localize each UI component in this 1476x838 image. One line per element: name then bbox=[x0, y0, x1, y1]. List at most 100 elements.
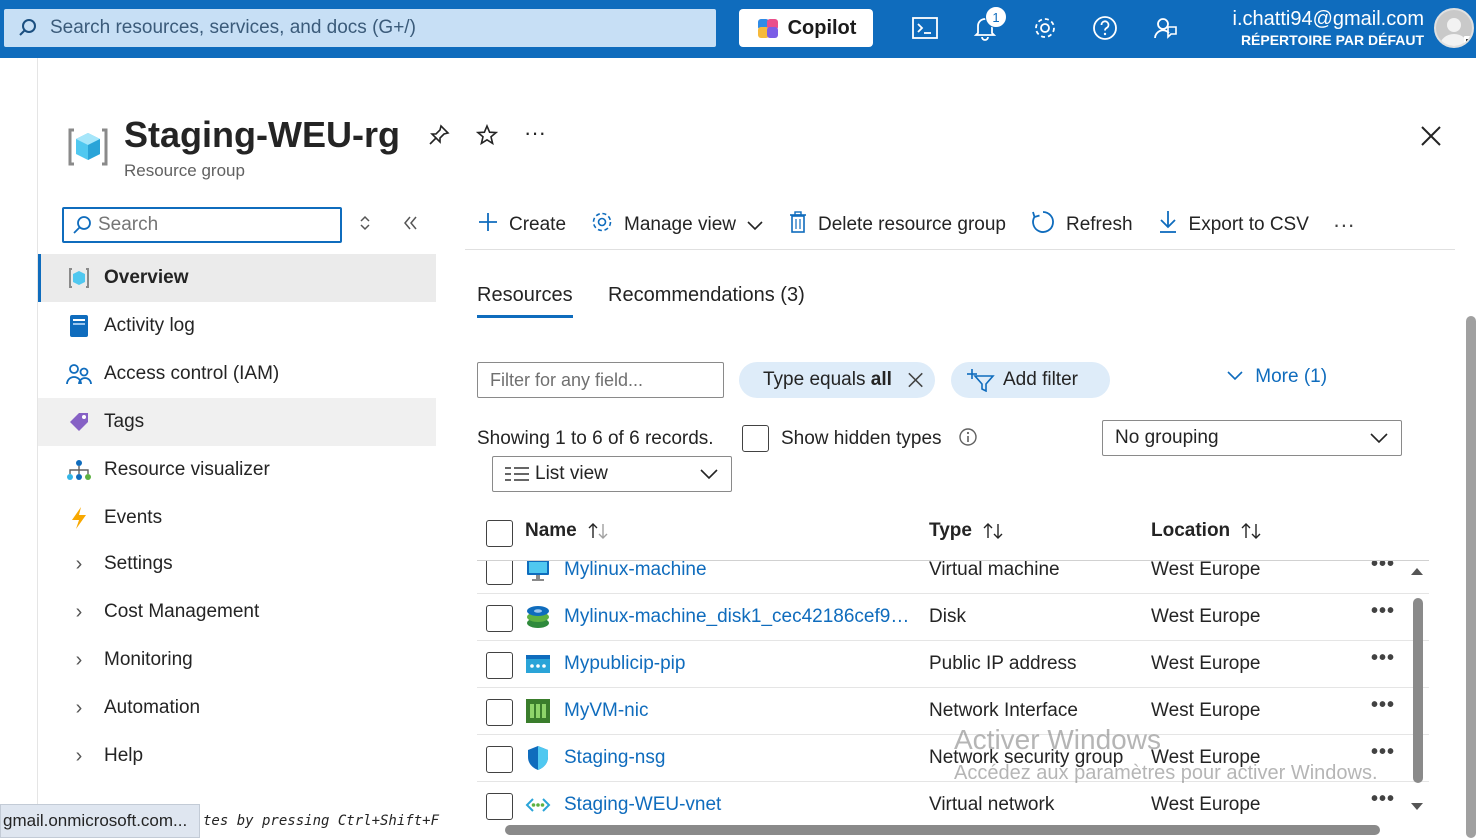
grouping-select[interactable]: No grouping bbox=[1102, 420, 1402, 456]
sidebar-item-tags[interactable]: Tags bbox=[38, 398, 436, 446]
row-checkbox[interactable] bbox=[486, 652, 513, 679]
resource-name-link[interactable]: Staging-nsg bbox=[564, 747, 914, 769]
chevron-down-icon bbox=[747, 220, 763, 230]
column-label: Name bbox=[525, 520, 577, 541]
resource-location: West Europe bbox=[1151, 606, 1261, 627]
type-filter-pill[interactable]: Type equals all bbox=[739, 362, 935, 398]
chevron-down-icon bbox=[700, 469, 718, 480]
row-more-icon[interactable]: ••• bbox=[1371, 600, 1395, 623]
create-label: Create bbox=[509, 213, 567, 235]
table-vertical-scroll-thumb[interactable] bbox=[1413, 598, 1423, 783]
chevron-down-icon bbox=[1370, 433, 1388, 444]
star-icon[interactable] bbox=[475, 123, 499, 152]
sidebar-item-events[interactable]: Events bbox=[38, 494, 436, 542]
toolbar-more-icon[interactable]: ··· bbox=[1333, 212, 1355, 238]
row-more-icon[interactable]: ••• bbox=[1371, 788, 1395, 811]
column-label: Type bbox=[929, 520, 972, 541]
notification-badge: 1 bbox=[985, 6, 1007, 28]
resource-name-link[interactable]: Mypublicip-pip bbox=[564, 653, 914, 675]
view-value: List view bbox=[535, 463, 608, 484]
sidebar-item-label: Resource visualizer bbox=[104, 459, 270, 480]
close-icon[interactable] bbox=[1418, 123, 1444, 154]
visualizer-icon bbox=[66, 457, 92, 483]
search-icon bbox=[19, 19, 36, 36]
nsg-icon bbox=[528, 746, 548, 770]
page-subtitle: Resource group bbox=[124, 161, 245, 180]
info-icon[interactable] bbox=[958, 427, 978, 452]
global-search-input[interactable]: Search resources, services, and docs (G+… bbox=[4, 9, 716, 47]
row-checkbox[interactable] bbox=[486, 699, 513, 726]
filter-field[interactable]: Filter for any field... bbox=[477, 362, 724, 398]
type-pill-value: all bbox=[870, 369, 892, 390]
page-scrollbar-thumb[interactable] bbox=[1466, 316, 1476, 838]
gear-icon[interactable] bbox=[1030, 13, 1060, 43]
resource-name-link[interactable]: MyVM-nic bbox=[564, 700, 914, 722]
resource-name-link[interactable]: Staging-WEU-vnet bbox=[564, 794, 914, 816]
disk-icon bbox=[527, 606, 549, 628]
export-csv-button[interactable]: Export to CSV bbox=[1157, 209, 1309, 241]
manage-view-button[interactable]: Manage view bbox=[590, 210, 764, 240]
column-header-location[interactable]: Location bbox=[1151, 520, 1264, 542]
keyboard-hint: tes by pressing Ctrl+Shift+F bbox=[203, 813, 440, 829]
account-info[interactable]: i.chatti94@gmail.com RÉPERTOIRE PAR DÉFA… bbox=[1233, 8, 1424, 48]
more-filters-link[interactable]: More (1) bbox=[1226, 366, 1327, 388]
add-filter-button[interactable]: Add filter bbox=[951, 362, 1110, 398]
pin-icon[interactable] bbox=[428, 124, 450, 152]
people-icon bbox=[66, 361, 92, 387]
page-title: Staging-WEU-rg bbox=[124, 114, 400, 155]
column-header-name[interactable]: Name bbox=[525, 520, 611, 542]
sidebar-item-overview[interactable]: Overview bbox=[38, 254, 436, 302]
expand-collapse-icon[interactable] bbox=[358, 214, 372, 237]
trash-icon bbox=[788, 210, 808, 240]
row-checkbox[interactable] bbox=[486, 605, 513, 632]
sidebar-search-input[interactable] bbox=[98, 214, 318, 236]
row-more-icon[interactable]: ••• bbox=[1371, 647, 1395, 670]
resource-name-link[interactable]: Mylinux-machine_disk1_cec42186cef94… bbox=[564, 606, 914, 628]
sidebar-item-resource-visualizer[interactable]: Resource visualizer bbox=[38, 446, 436, 494]
show-hidden-label: Show hidden types bbox=[781, 428, 942, 449]
table-row[interactable]: Mypublicip-pip Public IP address West Eu… bbox=[477, 641, 1429, 688]
avatar[interactable] bbox=[1434, 8, 1474, 48]
row-more-icon[interactable]: ••• bbox=[1371, 741, 1395, 764]
download-icon bbox=[1157, 209, 1179, 241]
delete-resource-group-button[interactable]: Delete resource group bbox=[788, 210, 1006, 240]
sidebar-search-field[interactable] bbox=[62, 207, 342, 243]
windows-activation-text: Accédez aux paramètres pour activer Wind… bbox=[954, 762, 1378, 784]
collapse-sidebar-icon[interactable] bbox=[402, 214, 418, 237]
tab-recommendations[interactable]: Recommendations (3) bbox=[608, 284, 805, 307]
close-icon[interactable] bbox=[906, 370, 925, 390]
more-options-icon[interactable]: ··· bbox=[524, 120, 546, 146]
column-header-type[interactable]: Type bbox=[929, 520, 1006, 542]
table-row[interactable]: MyVM-nic Network Interface West Europe •… bbox=[477, 688, 1429, 735]
select-all-checkbox[interactable] bbox=[486, 520, 513, 547]
public-ip-icon bbox=[526, 655, 550, 673]
row-checkbox[interactable] bbox=[486, 793, 513, 820]
table-horizontal-scroll-thumb[interactable] bbox=[505, 825, 1380, 835]
show-hidden-checkbox[interactable] bbox=[742, 425, 769, 452]
records-count: Showing 1 to 6 of 6 records. bbox=[477, 428, 714, 449]
copilot-button[interactable]: Copilot bbox=[739, 9, 873, 47]
activity-log-icon bbox=[66, 313, 92, 339]
row-checkbox[interactable] bbox=[486, 746, 513, 773]
row-more-icon[interactable]: ••• bbox=[1371, 694, 1395, 717]
table-row[interactable]: Mylinux-machine_disk1_cec42186cef94… Dis… bbox=[477, 594, 1429, 641]
create-button[interactable]: Create bbox=[477, 211, 566, 239]
sidebar-item-iam[interactable]: Access control (IAM) bbox=[38, 350, 436, 398]
table-row[interactable]: Staging-WEU-vnet Virtual network West Eu… bbox=[477, 782, 1429, 821]
sidebar-item-activity-log[interactable]: Activity log bbox=[38, 302, 436, 350]
feedback-icon[interactable] bbox=[1150, 13, 1180, 43]
vnet-icon bbox=[525, 798, 551, 812]
refresh-button[interactable]: Refresh bbox=[1030, 209, 1133, 241]
cloud-shell-icon[interactable] bbox=[910, 13, 940, 43]
tab-resources[interactable]: Resources bbox=[477, 284, 573, 318]
type-pill-prefix: Type equals bbox=[763, 369, 871, 390]
account-email: i.chatti94@gmail.com bbox=[1232, 8, 1424, 30]
resource-group-icon bbox=[66, 126, 110, 173]
resource-type: Network Interface bbox=[929, 700, 1078, 721]
add-filter-label: Add filter bbox=[1003, 369, 1078, 390]
top-bar: Search resources, services, and docs (G+… bbox=[0, 0, 1476, 58]
grouping-value: No grouping bbox=[1115, 427, 1219, 448]
resource-location: West Europe bbox=[1151, 653, 1261, 674]
help-icon[interactable] bbox=[1090, 13, 1120, 43]
view-select[interactable]: List view bbox=[492, 456, 732, 492]
